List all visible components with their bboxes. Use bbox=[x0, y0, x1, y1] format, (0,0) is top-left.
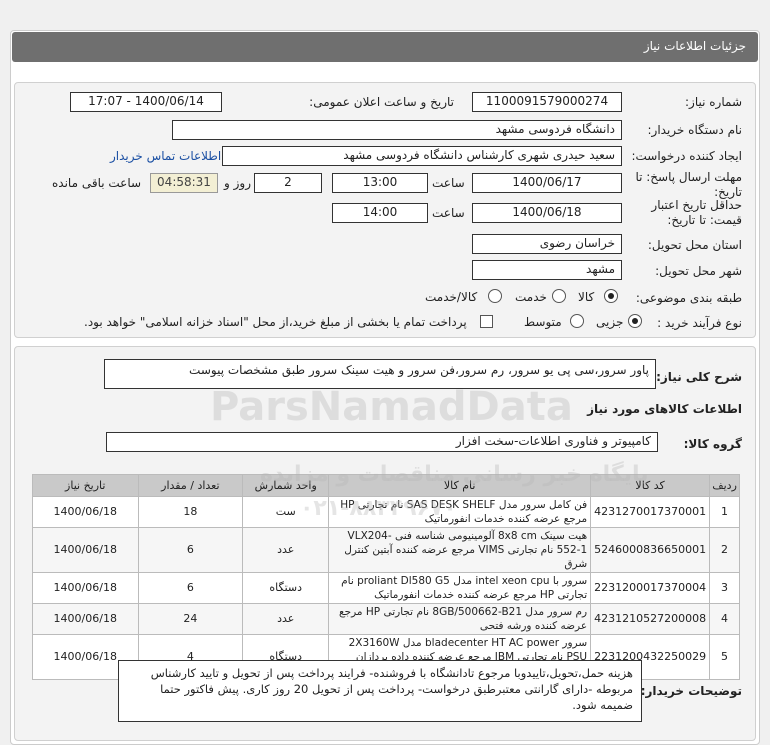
col-date: تاریخ نیاز bbox=[32, 474, 139, 497]
cell-name: فن کامل سرور مدل SAS DESK SHELF نام تجار… bbox=[328, 496, 592, 528]
col-name: نام کالا bbox=[328, 474, 592, 497]
cell-name: هیت سینک 8x8 cm آلومینیومی شناسه فنی VLX… bbox=[328, 527, 592, 573]
goods-table: ردیف کد کالا نام کالا واحد شمارش تعداد /… bbox=[32, 474, 740, 680]
city-label: شهر محل تحویل: bbox=[655, 264, 742, 278]
category-radio-goods[interactable] bbox=[604, 289, 618, 303]
days-label: روز و bbox=[224, 176, 251, 190]
deadline-time-label: ساعت bbox=[432, 176, 465, 190]
cell-row: 1 bbox=[709, 496, 740, 528]
cell-row: 2 bbox=[709, 527, 740, 573]
col-code: کد کالا bbox=[590, 474, 711, 497]
goods-section-title: اطلاعات کالاهای مورد نیاز bbox=[587, 402, 742, 416]
process-radio-minor[interactable] bbox=[628, 314, 642, 328]
cell-name: سرور با intel xeon cpu مدل proliant Dl58… bbox=[328, 572, 592, 604]
remaining-time-field: 04:58:31 bbox=[150, 173, 218, 193]
category-option-both: کالا/خدمت bbox=[425, 290, 478, 304]
goods-group-field: کامپیوتر و فناوری اطلاعات-سخت افزار bbox=[106, 432, 658, 452]
payment-note: پرداخت تمام یا بخشی از مبلغ خرید،از محل … bbox=[84, 315, 467, 329]
validity-date-field: 1400/06/18 bbox=[472, 203, 622, 223]
cell-date: 1400/06/18 bbox=[32, 527, 139, 573]
buyer-org-field: دانشگاه فردوسی مشهد bbox=[172, 120, 622, 140]
cell-qty: 6 bbox=[137, 572, 244, 604]
cell-row: 4 bbox=[709, 603, 740, 635]
category-option-service: خدمت bbox=[515, 290, 547, 304]
deadline-label: مهلت ارسال پاسخ: تا تاریخ: bbox=[632, 170, 742, 200]
cell-date: 1400/06/18 bbox=[32, 572, 139, 604]
table-row: 4 4231210527200008 رم سرور مدل 8GB/50066… bbox=[32, 603, 740, 635]
summary-label: شرح کلی نیاز: bbox=[656, 370, 742, 384]
page-title: جزئیات اطلاعات نیاز bbox=[643, 39, 746, 53]
cell-code: 4231210527200008 bbox=[590, 603, 711, 635]
col-row: ردیف bbox=[709, 474, 740, 497]
validity-time-label: ساعت bbox=[432, 206, 465, 220]
cell-qty: 24 bbox=[137, 603, 244, 635]
goods-table-header: ردیف کد کالا نام کالا واحد شمارش تعداد /… bbox=[32, 474, 740, 497]
validity-label: حداقل تاریخ اعتبار قیمت: تا تاریخ: bbox=[632, 198, 742, 228]
buyer-org-label: نام دستگاه خریدار: bbox=[647, 123, 743, 137]
category-radio-both[interactable] bbox=[488, 289, 502, 303]
buyer-notes-field: هزینه حمل،تحویل،تاییدوبا مرجوع تادانشگاه… bbox=[118, 660, 642, 722]
cell-unit: دستگاه bbox=[242, 572, 330, 604]
table-row: 3 2231200017370004 سرور با intel xeon cp… bbox=[32, 572, 740, 604]
buyer-contact-link[interactable]: اطلاعات تماس خریدار bbox=[110, 149, 221, 163]
need-number-label: شماره نیاز: bbox=[685, 95, 742, 109]
cell-unit: ست bbox=[242, 496, 330, 528]
cell-unit: عدد bbox=[242, 603, 330, 635]
deadline-time-field: 13:00 bbox=[332, 173, 428, 193]
goods-group-label: گروه کالا: bbox=[683, 437, 742, 451]
days-field: 2 bbox=[254, 173, 322, 193]
need-number-field: 1100091579000274 bbox=[472, 92, 622, 112]
announce-label: تاریخ و ساعت اعلان عمومی: bbox=[309, 95, 454, 109]
requester-label: ایجاد کننده درخواست: bbox=[631, 149, 742, 163]
remaining-label: ساعت باقی مانده bbox=[52, 176, 142, 190]
col-qty: تعداد / مقدار bbox=[137, 474, 244, 497]
cell-date: 1400/06/18 bbox=[32, 496, 139, 528]
cell-row: 3 bbox=[709, 572, 740, 604]
province-field: خراسان رضوی bbox=[472, 234, 622, 254]
buyer-notes-label: توضیحات خریدار: bbox=[640, 684, 742, 698]
process-option-medium: متوسط bbox=[524, 315, 562, 329]
deadline-label-text: مهلت ارسال پاسخ: تا تاریخ: bbox=[635, 170, 742, 199]
category-label: طبقه بندی موضوعی: bbox=[635, 291, 742, 305]
city-field: مشهد bbox=[472, 260, 622, 280]
deadline-date-field: 1400/06/17 bbox=[472, 173, 622, 193]
summary-field: پاور سرور،سی پی یو سرور، رم سرور،فن سرور… bbox=[104, 359, 656, 389]
cell-code: 2231200017370004 bbox=[590, 572, 711, 604]
validity-time-field: 14:00 bbox=[332, 203, 428, 223]
validity-label-text: حداقل تاریخ اعتبار قیمت: تا تاریخ: bbox=[651, 198, 742, 227]
page-header: جزئیات اطلاعات نیاز bbox=[12, 32, 758, 62]
province-label: استان محل تحویل: bbox=[647, 238, 742, 252]
cell-qty: 6 bbox=[137, 527, 244, 573]
requester-field: سعید حیدری شهری کارشناس دانشگاه فردوسی م… bbox=[222, 146, 622, 166]
category-option-goods: کالا bbox=[578, 290, 595, 304]
cell-row: 5 bbox=[709, 634, 740, 680]
col-unit: واحد شمارش bbox=[242, 474, 330, 497]
cell-date: 1400/06/18 bbox=[32, 603, 139, 635]
process-radio-medium[interactable] bbox=[570, 314, 584, 328]
table-row: 2 5246000836650001 هیت سینک 8x8 cm آلومی… bbox=[32, 527, 740, 573]
treasury-checkbox[interactable] bbox=[480, 315, 493, 328]
cell-code: 4231270017370001 bbox=[590, 496, 711, 528]
cell-code: 5246000836650001 bbox=[590, 527, 711, 573]
announce-field: 1400/06/14 - 17:07 bbox=[70, 92, 222, 112]
cell-name: رم سرور مدل 8GB/500662-B21 نام تجارتی HP… bbox=[328, 603, 592, 635]
cell-unit: عدد bbox=[242, 527, 330, 573]
cell-qty: 18 bbox=[137, 496, 244, 528]
table-row: 1 4231270017370001 فن کامل سرور مدل SAS … bbox=[32, 496, 740, 528]
process-label: نوع فرآیند خرید : bbox=[657, 316, 742, 330]
process-option-minor: جزیی bbox=[596, 315, 624, 329]
category-radio-service[interactable] bbox=[552, 289, 566, 303]
